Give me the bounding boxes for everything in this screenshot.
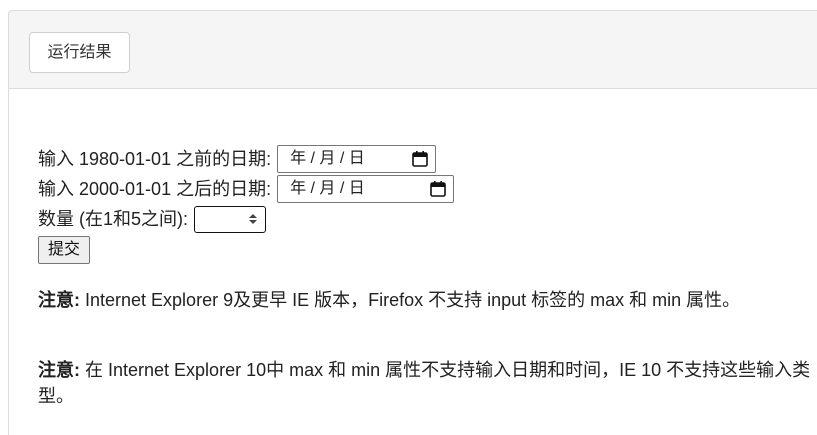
date-before-input[interactable]: 年 / 月 / 日: [277, 145, 437, 173]
date-after-row: 输入 2000-01-01 之后的日期: 年 / 月 / 日: [38, 174, 455, 204]
date-after-label: 输入 2000-01-01 之后的日期:: [38, 179, 272, 199]
submit-row: 提交: [38, 234, 454, 264]
spin-arrows-icon[interactable]: [247, 211, 259, 227]
date-after-placeholder: 年 / 月 / 日: [290, 180, 365, 197]
date-before-placeholder: 年 / 月 / 日: [290, 150, 365, 167]
note-ie9-label: 注意:: [38, 290, 80, 310]
top-strip: [0, 0, 817, 10]
calendar-icon[interactable]: [429, 180, 447, 198]
date-range-form: 输入 1980-01-01 之前的日期: 年 / 月 / 日 输入 2000-0…: [38, 144, 455, 264]
date-after-input[interactable]: 年 / 月 / 日: [277, 175, 455, 203]
note-ie10-text: 在 Internet Explorer 10中 max 和 min 属性不支持输…: [38, 360, 811, 406]
quantity-row: 数量 (在1和5之间):: [38, 204, 454, 234]
note-ie10-label: 注意:: [38, 360, 80, 380]
result-tab[interactable]: 运行结果: [29, 32, 130, 73]
quantity-input[interactable]: [194, 205, 267, 233]
note-ie10: 注意: 在 Internet Explorer 10中 max 和 min 属性…: [38, 357, 817, 409]
date-before-row: 输入 1980-01-01 之前的日期: 年 / 月 / 日: [38, 144, 454, 174]
note-ie9: 注意: Internet Explorer 9及更早 IE 版本，Firefox…: [38, 287, 817, 313]
result-panel-body: 输入 1980-01-01 之前的日期: 年 / 月 / 日 输入 2000-0…: [8, 89, 817, 435]
result-panel-header: 运行结果: [8, 10, 817, 89]
date-before-label: 输入 1980-01-01 之前的日期:: [38, 149, 272, 169]
note-ie9-text: Internet Explorer 9及更早 IE 版本，Firefox 不支持…: [80, 290, 741, 310]
submit-button[interactable]: 提交: [38, 235, 91, 264]
quantity-label: 数量 (在1和5之间):: [38, 209, 189, 229]
calendar-icon[interactable]: [411, 150, 429, 168]
